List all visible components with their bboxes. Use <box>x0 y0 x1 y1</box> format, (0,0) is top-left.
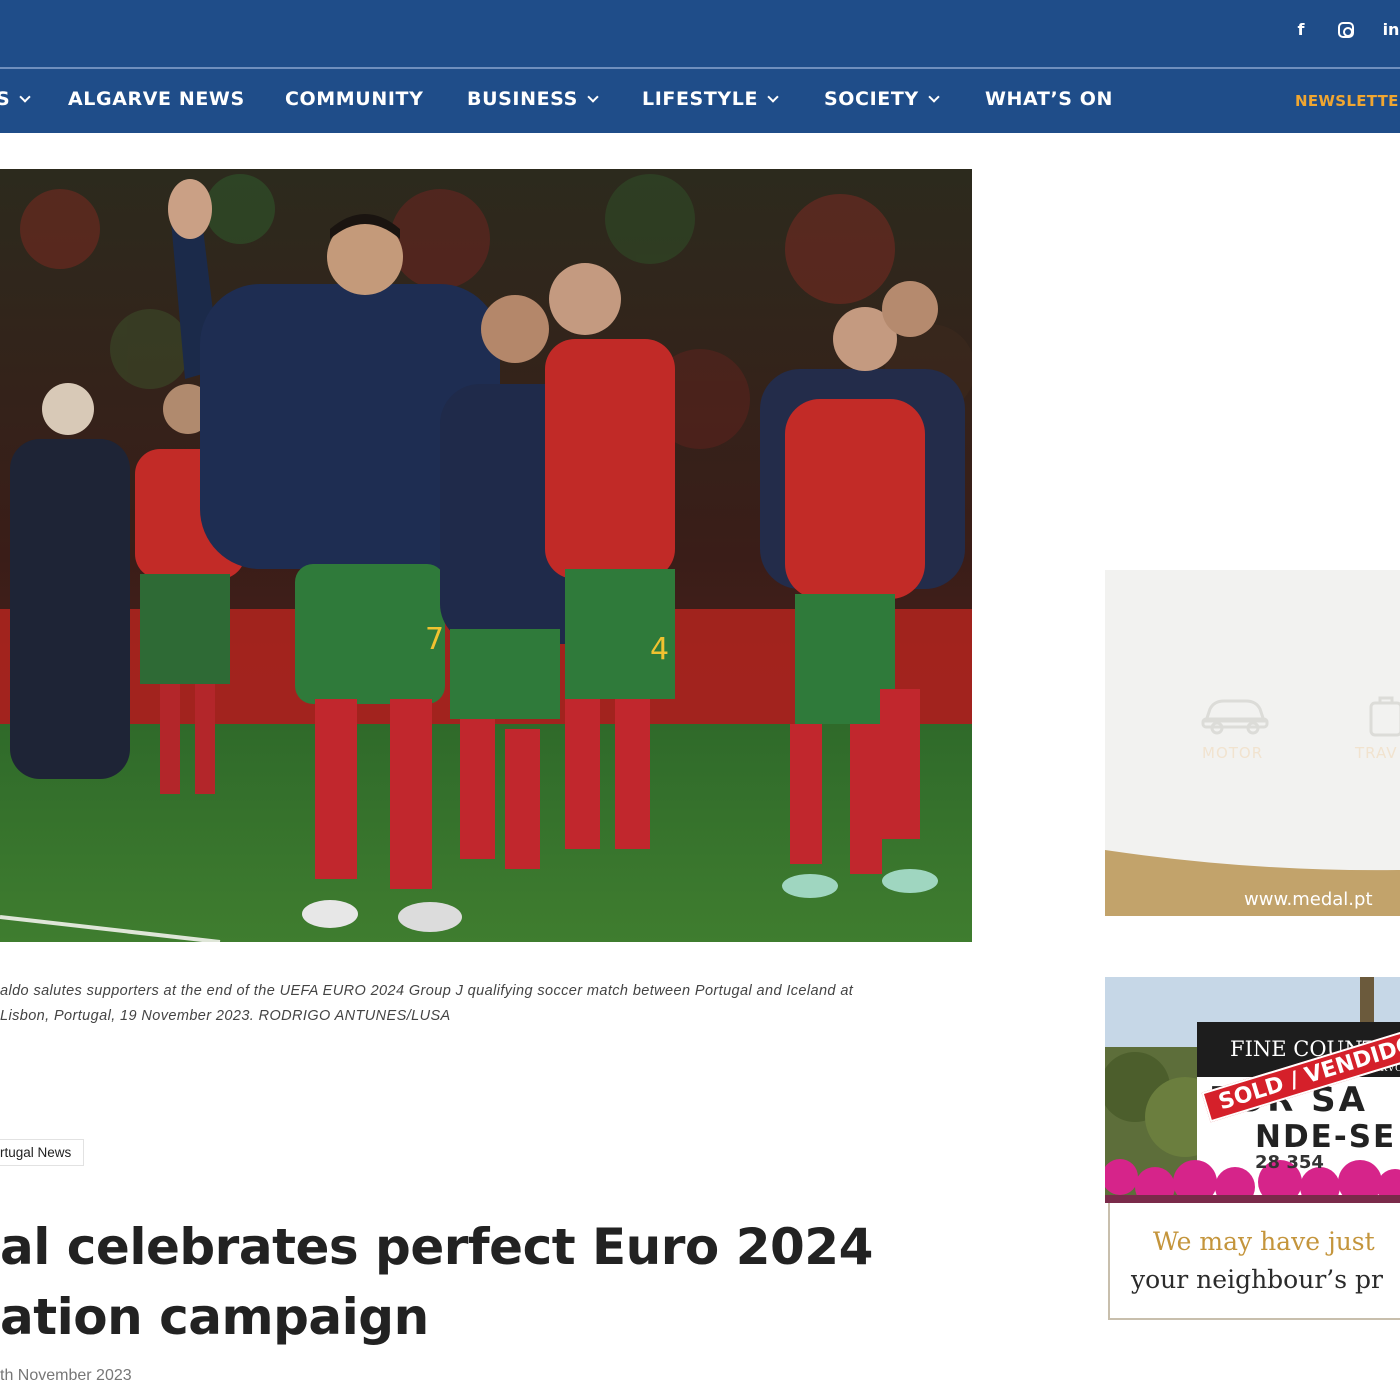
ad-tagline: We may have just <box>1153 1227 1375 1256</box>
nav-item-label: ALGARVE NEWS <box>68 88 245 110</box>
nav-item-lifestyle[interactable]: LIFESTYLE <box>642 88 779 110</box>
article-hero-image: 7 4 <box>0 169 972 942</box>
chevron-down-icon <box>587 90 599 103</box>
ad-url: www.medal.pt <box>1244 889 1373 910</box>
newsletter-link[interactable]: NEWSLETTEF <box>1295 92 1400 110</box>
category-tag[interactable]: rtugal News <box>0 1139 85 1166</box>
sign-vende: NDE-SE <box>1255 1119 1397 1155</box>
football-players-photo: 7 4 <box>0 169 972 942</box>
nav-item-label: S <box>0 88 11 110</box>
sign-phone: 28 354 <box>1255 1152 1324 1173</box>
nav-item-label: COMMUNITY <box>285 88 424 110</box>
headline-line: al celebrates perfect Euro 2024 <box>0 1218 873 1276</box>
top-bar: f in <box>0 0 1400 67</box>
chevron-down-icon <box>19 90 31 103</box>
medal-advert[interactable]: MOTOR TRAV www.medal.pt <box>1105 570 1400 916</box>
nav-item-label: WHAT’S ON <box>985 88 1114 110</box>
jersey-number: 7 <box>425 622 444 657</box>
chevron-down-icon <box>767 90 779 103</box>
ad-frame <box>1108 1203 1400 1320</box>
image-caption: aldo salutes supporters at the end of th… <box>0 979 960 1029</box>
ad-tagline: your neighbour’s pr <box>1131 1265 1383 1294</box>
ad-photo: FINE COUNTRY CARVOEIRO FOR SA NDE-SE SOL… <box>1105 977 1400 1203</box>
ad-category-label: MOTOR <box>1202 744 1264 762</box>
nav-item-label: LIFESTYLE <box>642 88 759 110</box>
post-date: th November 2023 <box>0 1367 132 1384</box>
ad-category-label: TRAV <box>1355 744 1398 762</box>
caption-line: Lisbon, Portugal, 19 November 2023. RODR… <box>0 1008 451 1024</box>
chevron-down-icon <box>928 90 940 103</box>
jersey-number: 4 <box>650 632 669 667</box>
instagram-icon[interactable] <box>1338 21 1354 38</box>
nav-item-label: SOCIETY <box>824 88 919 110</box>
main-nav: S ALGARVE NEWS COMMUNITY BUSINESS LIFEST… <box>0 67 1400 133</box>
luggage-icon <box>1369 696 1400 737</box>
nav-item-truncated[interactable]: S <box>0 88 31 110</box>
headline-line: ation campaign <box>0 1288 429 1346</box>
facebook-icon[interactable]: f <box>1292 20 1310 39</box>
social-links: f in <box>1292 20 1400 39</box>
nav-item-community[interactable]: COMMUNITY <box>285 88 423 110</box>
article-headline: al celebrates perfect Euro 2024 ation ca… <box>0 1212 873 1352</box>
car-icon <box>1201 699 1269 735</box>
nav-item-label: BUSINESS <box>467 88 578 110</box>
caption-line: aldo salutes supporters at the end of th… <box>0 983 854 999</box>
nav-item-business[interactable]: BUSINESS <box>467 88 599 110</box>
linkedin-icon[interactable]: in <box>1382 20 1400 39</box>
nav-item-algarve-news[interactable]: ALGARVE NEWS <box>68 88 245 110</box>
nav-item-society[interactable]: SOCIETY <box>824 88 940 110</box>
nav-item-whats-on[interactable]: WHAT’S ON <box>985 88 1113 110</box>
fine-country-advert[interactable]: FINE COUNTRY CARVOEIRO FOR SA NDE-SE SOL… <box>1105 977 1400 1322</box>
